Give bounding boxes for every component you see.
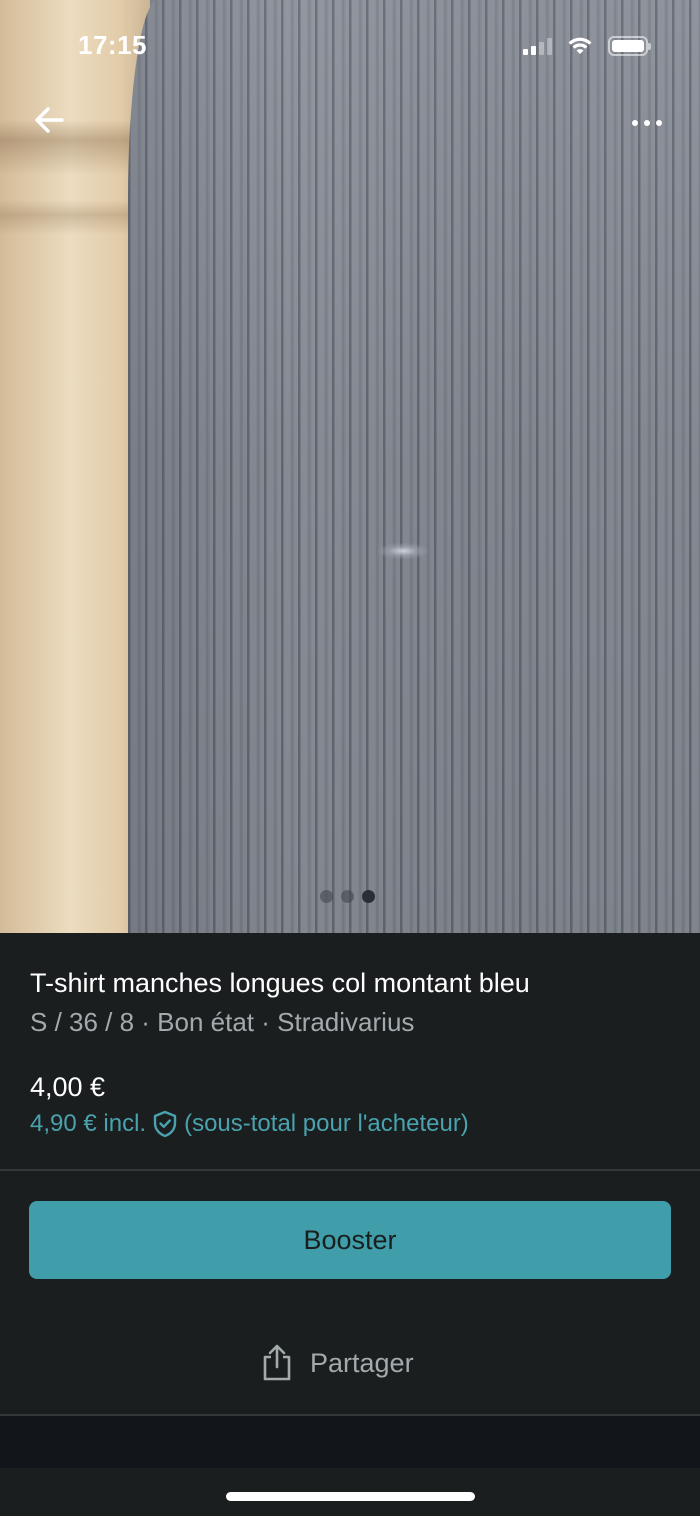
status-icons (523, 36, 651, 56)
wifi-icon (568, 37, 592, 54)
share-label: Partager (310, 1347, 414, 1378)
battery-icon (608, 36, 651, 56)
back-button[interactable] (28, 100, 72, 140)
booster-button[interactable]: Booster (29, 1201, 671, 1279)
more-horizontal-icon-dot (656, 120, 662, 126)
item-price: 4,00 € (30, 1072, 106, 1102)
price-with-protection[interactable]: 4,90 € incl. (sous-total pour l'acheteur… (30, 1110, 469, 1138)
arrow-left-icon (35, 107, 64, 133)
home-indicator[interactable] (226, 1492, 475, 1501)
status-time: 17:15 (78, 30, 147, 60)
price-incl-note: (sous-total pour l'acheteur) (184, 1110, 469, 1137)
item-subtitle: S / 36 / 8 · Bon état · Stradivarius (30, 1007, 415, 1037)
carousel-dot[interactable] (341, 890, 354, 903)
photo-fabric-defect (378, 543, 428, 559)
shield-check-icon (153, 1110, 177, 1138)
item-title: T-shirt manches longues col montant bleu (30, 968, 530, 998)
carousel-dot-active[interactable] (362, 890, 375, 903)
photo-fabric (128, 0, 700, 933)
divider (0, 1169, 700, 1171)
item-detail-screen: 17:15 T-shirt manches longues col montan… (0, 0, 700, 1516)
more-options-button[interactable] (622, 108, 672, 138)
more-horizontal-icon-dot (632, 120, 638, 126)
more-horizontal-icon-dot (644, 120, 650, 126)
carousel-dot[interactable] (320, 890, 333, 903)
carousel-indicator (320, 890, 375, 903)
item-photo[interactable] (0, 0, 700, 933)
price-incl-amount: 4,90 € incl. (30, 1110, 147, 1137)
bottom-strip (0, 1416, 700, 1468)
share-button[interactable]: Partager (260, 1338, 414, 1388)
item-details: T-shirt manches longues col montant bleu… (30, 966, 670, 1039)
signal-icon (523, 37, 552, 55)
share-icon (263, 1344, 291, 1381)
